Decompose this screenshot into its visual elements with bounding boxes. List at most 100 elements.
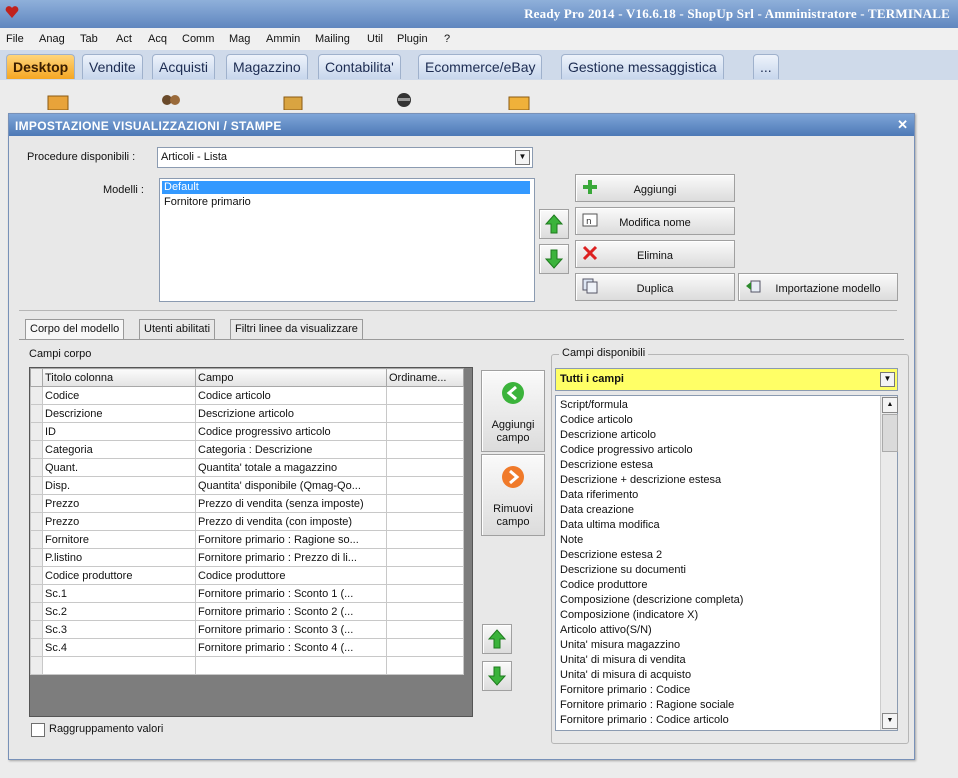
cell-titolo-colonna[interactable]: Codice (42, 386, 196, 405)
cell-ordinamento[interactable] (386, 386, 464, 405)
available-list-scrollbar[interactable]: ▲ ▼ (880, 396, 898, 730)
row-selector[interactable] (30, 566, 43, 585)
tab-vendite[interactable]: Vendite (82, 54, 143, 79)
cell-campo[interactable]: Quantita' disponibile (Qmag-Qo... (195, 476, 387, 495)
available-filter-combo[interactable]: Tutti i campi ▼ (555, 368, 898, 391)
cell-titolo-colonna[interactable]: ID (42, 422, 196, 441)
row-selector[interactable] (30, 386, 43, 405)
cell-campo[interactable]: Codice progressivo articolo (195, 422, 387, 441)
add-model-button[interactable]: Aggiungi (575, 174, 735, 202)
menu-help[interactable]: ? (444, 33, 450, 45)
list-item[interactable]: Fornitore primario : Codice articolo (560, 714, 729, 726)
cell-campo[interactable]: Prezzo di vendita (senza imposte) (195, 494, 387, 513)
menu-act[interactable]: Act (116, 33, 132, 45)
list-item[interactable]: Script/formula (560, 399, 628, 411)
tab-more[interactable]: ... (753, 54, 779, 79)
cell-titolo-colonna[interactable]: Sc.3 (42, 620, 196, 639)
move-field-up-button[interactable] (482, 624, 512, 654)
table-row[interactable]: Codice produttore Codice produttore (30, 566, 464, 585)
cell-campo[interactable]: Codice articolo (195, 386, 387, 405)
table-row[interactable]: ID Codice progressivo articolo (30, 422, 464, 441)
row-selector[interactable] (30, 422, 43, 441)
close-icon[interactable]: ✕ (897, 117, 908, 133)
list-item[interactable]: Data riferimento (560, 489, 638, 501)
cell-titolo-colonna[interactable]: Sc.4 (42, 638, 196, 657)
menu-tab[interactable]: Tab (80, 33, 98, 45)
desktop-agent-icon[interactable] (393, 92, 415, 110)
list-item[interactable]: Codice produttore (560, 579, 647, 591)
tab-gestione-messaggistica[interactable]: Gestione messaggistica (561, 54, 724, 79)
menu-ammin[interactable]: Ammin (266, 33, 300, 45)
tab-magazzino[interactable]: Magazzino (226, 54, 308, 79)
cell-ordinamento[interactable] (386, 620, 464, 639)
table-row[interactable] (30, 656, 464, 675)
fields-body-grid[interactable]: Titolo colonna Campo Ordiname... Codice C… (29, 367, 473, 717)
move-field-down-button[interactable] (482, 661, 512, 691)
chevron-down-icon[interactable]: ▼ (515, 150, 530, 165)
cell-ordinamento[interactable] (386, 566, 464, 585)
list-item[interactable]: Fornitore primario : Ragione sociale (560, 699, 734, 711)
cell-ordinamento[interactable] (386, 530, 464, 549)
delete-model-button[interactable]: Elimina (575, 240, 735, 268)
cell-ordinamento[interactable] (386, 440, 464, 459)
table-row[interactable]: Prezzo Prezzo di vendita (con imposte) (30, 512, 464, 531)
list-item[interactable]: Codice articolo (560, 414, 633, 426)
model-fornitore-primario[interactable]: Fornitore primario (164, 196, 251, 208)
scroll-thumb[interactable] (882, 414, 898, 452)
row-selector[interactable] (30, 656, 43, 675)
row-selector[interactable] (30, 602, 43, 621)
row-selector[interactable] (30, 638, 43, 657)
table-row[interactable]: P.listino Fornitore primario : Prezzo di … (30, 548, 464, 567)
cell-ordinamento[interactable] (386, 638, 464, 657)
row-selector[interactable] (30, 548, 43, 567)
row-selector[interactable] (30, 620, 43, 639)
list-item[interactable]: Data creazione (560, 504, 634, 516)
desktop-folder-icon[interactable] (47, 92, 69, 110)
cell-campo[interactable]: Fornitore primario : Sconto 2 (... (195, 602, 387, 621)
table-row[interactable]: Disp. Quantita' disponibile (Qmag-Qo... (30, 476, 464, 495)
tab-desktop[interactable]: Desktop (6, 54, 76, 79)
desktop-box-icon[interactable] (282, 92, 304, 110)
cell-ordinamento[interactable] (386, 548, 464, 567)
cell-campo[interactable]: Fornitore primario : Sconto 1 (... (195, 584, 387, 603)
scroll-down-icon[interactable]: ▼ (882, 713, 898, 729)
cell-ordinamento[interactable] (386, 458, 464, 477)
add-field-button[interactable]: Aggiungi campo (481, 370, 545, 452)
menu-acq[interactable]: Acq (148, 33, 167, 45)
row-selector[interactable] (30, 530, 43, 549)
column-header-campo[interactable]: Campo (195, 368, 387, 387)
cell-ordinamento[interactable] (386, 404, 464, 423)
cell-titolo-colonna[interactable]: Quant. (42, 458, 196, 477)
menu-comm[interactable]: Comm (182, 33, 214, 45)
menu-util[interactable]: Util (367, 33, 383, 45)
tab-ecommerce[interactable]: Ecommerce/eBay (418, 54, 543, 79)
table-row[interactable]: Sc.2 Fornitore primario : Sconto 2 (... (30, 602, 464, 621)
menu-mag[interactable]: Mag (229, 33, 250, 45)
list-item[interactable]: Descrizione estesa 2 (560, 549, 662, 561)
table-row[interactable]: Prezzo Prezzo di vendita (senza imposte) (30, 494, 464, 513)
procedure-combo[interactable]: Articoli - Lista ▼ (157, 147, 533, 168)
cell-ordinamento[interactable] (386, 602, 464, 621)
list-item[interactable]: Unita' di misura di vendita (560, 654, 686, 666)
list-item[interactable]: Descrizione articolo (560, 429, 656, 441)
cell-titolo-colonna[interactable]: Prezzo (42, 494, 196, 513)
cell-campo[interactable]: Fornitore primario : Prezzo di li... (195, 548, 387, 567)
menu-anag[interactable]: Anag (39, 33, 65, 45)
cell-titolo-colonna[interactable] (42, 656, 196, 675)
cell-campo[interactable]: Codice produttore (195, 566, 387, 585)
cell-ordinamento[interactable] (386, 584, 464, 603)
move-model-up-button[interactable] (539, 209, 569, 239)
list-item[interactable]: Descrizione su documenti (560, 564, 686, 576)
cell-campo[interactable]: Fornitore primario : Ragione so... (195, 530, 387, 549)
cell-titolo-colonna[interactable]: Categoria (42, 440, 196, 459)
menu-plugin[interactable]: Plugin (397, 33, 428, 45)
list-item[interactable]: Descrizione estesa (560, 459, 653, 471)
list-item[interactable]: Unita' misura magazzino (560, 639, 680, 651)
models-list[interactable]: Default Fornitore primario (159, 178, 535, 302)
cell-titolo-colonna[interactable]: Prezzo (42, 512, 196, 531)
row-selector[interactable] (30, 440, 43, 459)
table-row[interactable]: Sc.3 Fornitore primario : Sconto 3 (... (30, 620, 464, 639)
list-item[interactable]: Unita' di misura di acquisto (560, 669, 691, 681)
list-item[interactable]: Composizione (indicatore X) (560, 609, 698, 621)
remove-field-button[interactable]: Rimuovi campo (481, 454, 545, 536)
